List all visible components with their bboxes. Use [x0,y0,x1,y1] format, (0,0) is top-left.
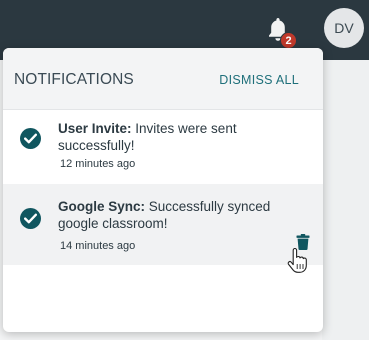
page-side-panel [322,60,369,340]
notifications-dropdown: NOTIFICATIONS DISMISS ALL User Invite: I… [3,48,323,332]
notification-item[interactable]: User Invite: Invites were sent successfu… [3,110,323,184]
check-circle-icon [20,128,41,149]
hand-pointer-cursor-icon [286,247,310,274]
notifications-count-badge: 2 [280,32,297,49]
notification-time: 12 minutes ago [60,158,136,170]
dismiss-all-button[interactable]: DISMISS ALL [219,73,299,87]
notification-message: User Invite: Invites were sent successfu… [58,120,288,154]
notification-message: Google Sync: Successfully synced google … [58,198,288,232]
notifications-header: NOTIFICATIONS DISMISS ALL [3,48,323,110]
trash-icon[interactable] [296,234,310,250]
notification-source: User Invite: [58,121,132,136]
user-avatar[interactable]: DV [324,8,364,48]
notification-item[interactable]: Google Sync: Successfully synced google … [3,184,323,273]
notifications-title: NOTIFICATIONS [14,71,134,88]
notification-source: Google Sync: [58,199,146,214]
check-circle-icon [20,208,41,229]
notification-time: 14 minutes ago [60,240,136,252]
